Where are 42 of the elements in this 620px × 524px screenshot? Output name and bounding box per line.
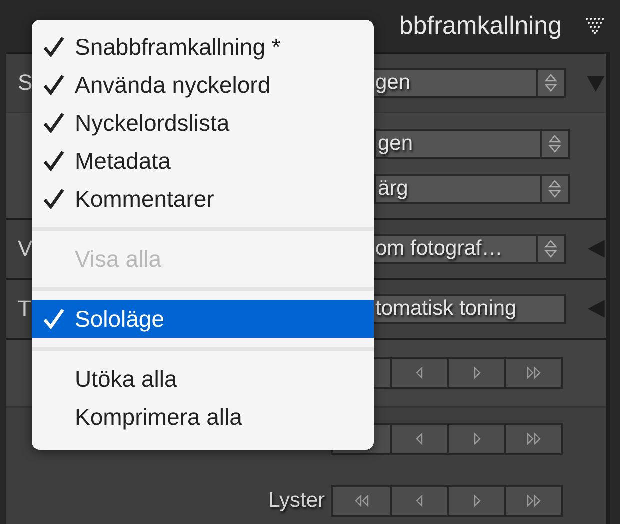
down-triangle-icon[interactable]: [586, 73, 606, 93]
section-label: S: [18, 70, 33, 96]
right-arrow-icon: [472, 495, 480, 507]
left-triangle-icon[interactable]: [586, 299, 606, 319]
double-left-arrow-icon: [354, 495, 370, 507]
menu-item[interactable]: Använda nyckelord: [32, 66, 374, 104]
left-arrow-icon: [416, 367, 424, 379]
double-right-button[interactable]: [504, 425, 561, 453]
menu-item[interactable]: Utöka alla: [32, 360, 374, 398]
right-button[interactable]: [447, 487, 504, 515]
right-button[interactable]: [447, 425, 504, 453]
adjust-label: Lyster: [268, 489, 326, 513]
left-button[interactable]: [390, 359, 447, 387]
dropdown[interactable]: gen: [374, 129, 570, 159]
dropdown[interactable]: om fotograf…: [372, 234, 566, 264]
double-right-arrow-icon: [526, 367, 542, 379]
double-right-arrow-icon: [526, 433, 542, 445]
menu-item[interactable]: Kommentarer: [32, 180, 374, 218]
double-right-button[interactable]: [504, 359, 561, 387]
left-arrow-icon: [416, 495, 424, 507]
double-right-button[interactable]: [504, 487, 561, 515]
dropdown[interactable]: tomatisk toning: [372, 294, 566, 324]
dropdown[interactable]: gen: [372, 68, 566, 98]
section-label: V: [18, 236, 33, 262]
left-triangle-icon[interactable]: [586, 239, 606, 259]
menu-item[interactable]: Komprimera alla: [32, 398, 374, 436]
menu-item[interactable]: Metadata: [32, 142, 374, 180]
right-arrow-icon: [472, 367, 480, 379]
right-arrow-icon: [472, 433, 480, 445]
section-label: T: [18, 296, 32, 322]
left-button[interactable]: [390, 487, 447, 515]
double-left-button[interactable]: [333, 487, 390, 515]
menu-item[interactable]: Sololäge: [32, 300, 374, 338]
right-button[interactable]: [447, 359, 504, 387]
menu-item[interactable]: Nyckelordslista: [32, 104, 374, 142]
left-button[interactable]: [390, 425, 447, 453]
dropdown[interactable]: ärg: [374, 174, 570, 204]
left-arrow-icon: [416, 433, 424, 445]
dotted-triangle-icon[interactable]: [586, 18, 604, 34]
panel-title: bbframkallning: [399, 12, 562, 40]
double-right-arrow-icon: [526, 495, 542, 507]
menu-item[interactable]: Snabbframkallning *: [32, 28, 374, 66]
